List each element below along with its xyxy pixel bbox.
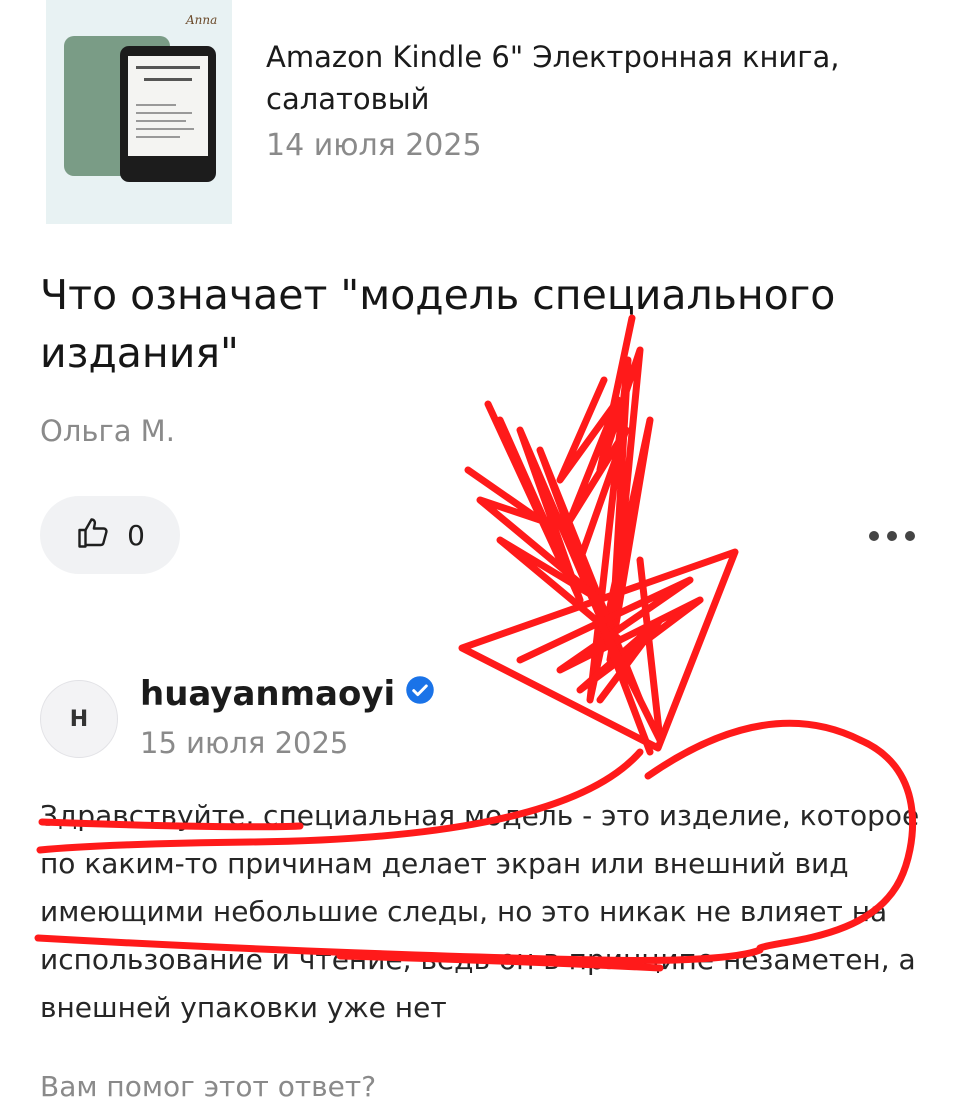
verified-badge-icon [405,674,435,714]
answer-date: 15 июля 2025 [140,726,349,760]
avatar[interactable]: H [40,680,118,758]
answer-author[interactable]: huayanmaoyi [140,674,435,714]
product-image[interactable]: Anna [46,0,232,224]
more-options-button[interactable] [862,516,922,556]
like-button[interactable]: 0 [40,496,180,574]
product-date: 14 июля 2025 [266,128,482,163]
answer-username: huayanmaoyi [140,674,396,714]
like-count: 0 [127,518,145,552]
question-title: Что означает "модель специального издани… [40,271,836,377]
thumb-brand: Anna [185,13,217,27]
thumbs-up-icon [75,515,111,555]
kindle-illustration: Anna [46,0,232,224]
product-title[interactable]: Amazon Kindle 6" Электронная книга, сала… [266,36,946,120]
answer-text: Здравствуйте, специальная модель - это и… [40,799,920,1024]
helpful-prompt: Вам помог этот ответ? [40,1070,377,1103]
question-author: Ольга М. [40,414,175,448]
ellipsis-icon [869,531,915,541]
